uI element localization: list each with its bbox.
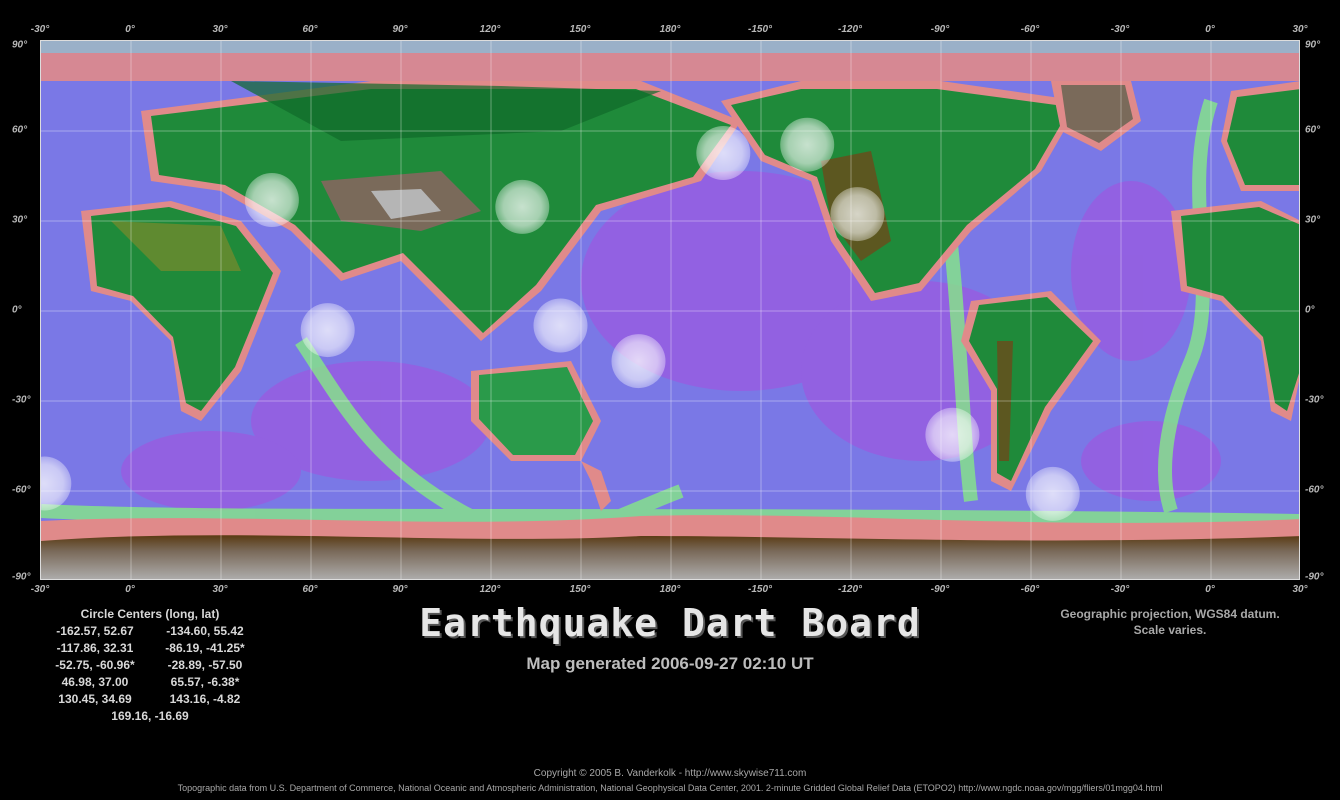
circle-centers-title: Circle Centers (long, lat) [80, 607, 220, 621]
lon-tick-top: 150° [569, 24, 591, 35]
lat-tick-left: 30° [12, 214, 28, 226]
circle-center-value: -117.86, 32.31 [56, 641, 134, 655]
lon-tick-top: -120° [837, 24, 863, 35]
lat-tick-right: 90° [1305, 39, 1321, 51]
lat-tick-left: 0° [12, 304, 22, 316]
earthquake-circle [611, 334, 666, 389]
lon-tick-bottom: 90° [392, 584, 408, 595]
lat-tick-right: -60° [1305, 484, 1324, 496]
projection-note: Geographic projection, WGS84 datum. Scal… [1020, 606, 1320, 638]
circle-center-value: -52.75, -60.96* [55, 658, 135, 672]
circle-center-value: -162.57, 52.67 [56, 624, 134, 638]
lon-tick-bottom: 0° [125, 584, 135, 595]
earthquake-circle [495, 179, 550, 234]
circle-center-row: 46.98, 37.00 65.57, -6.38* [40, 675, 260, 692]
copyright-text: Copyright © 2005 B. Vanderkolk - http://… [533, 768, 807, 779]
lon-tick-bottom: -30° [30, 584, 50, 595]
lon-tick-top: -60° [1020, 24, 1040, 35]
lon-tick-top: -30° [30, 24, 50, 35]
projection-note-line1: Geographic projection, WGS84 datum. [1060, 607, 1280, 621]
earthquake-circle [830, 187, 885, 242]
earthquake-circle [780, 117, 835, 172]
lon-tick-bottom: -150° [747, 584, 773, 595]
lon-tick-bottom: 30° [212, 584, 228, 595]
lat-tick-left: -60° [12, 484, 31, 496]
circle-center-row: -162.57, 52.67 -134.60, 55.42 [40, 624, 260, 641]
lon-tick-bottom: 120° [479, 584, 501, 595]
lon-tick-top: 120° [479, 24, 501, 35]
earthquake-circle [300, 303, 355, 358]
earthquake-circle [696, 126, 751, 180]
circle-center-value: 46.98, 37.00 [61, 675, 129, 689]
lon-tick-top: 30° [212, 24, 228, 35]
earthquake-circle [244, 173, 299, 227]
lat-tick-right: 0° [1305, 304, 1315, 316]
lat-tick-left: 60° [12, 124, 28, 136]
lon-tick-bottom: 150° [569, 584, 591, 595]
circle-center-value: 169.16, -16.69 [111, 709, 189, 723]
lat-tick-right: 30° [1305, 214, 1321, 226]
lon-tick-top: 30° [1292, 24, 1308, 35]
map-title: Earthquake Dart Board [419, 601, 921, 645]
map-canvas [41, 41, 1299, 579]
lon-tick-top: -30° [1110, 24, 1130, 35]
lon-tick-bottom: -30° [1110, 584, 1130, 595]
lon-tick-top: 0° [1205, 24, 1215, 35]
lon-tick-bottom: 30° [1292, 584, 1308, 595]
lon-tick-bottom: 0° [1205, 584, 1215, 595]
lat-tick-left: -90° [12, 571, 31, 583]
map-subtitle: Map generated 2006-09-27 02:10 UT [526, 654, 814, 673]
earthquake-circle [1025, 466, 1080, 521]
lon-tick-top: 0° [125, 24, 135, 35]
circle-centers-list: -162.57, 52.67 -134.60, 55.42 -117.86, 32.… [40, 624, 260, 726]
lon-tick-top: -150° [747, 24, 773, 35]
lon-tick-bottom: -90° [930, 584, 950, 595]
lat-tick-right: -30° [1305, 394, 1324, 406]
lat-tick-left: 90° [12, 39, 28, 51]
earthquake-circle [533, 298, 588, 353]
world-relief-map [40, 40, 1300, 580]
lon-tick-top: 180° [659, 24, 681, 35]
circle-center-row: 130.45, 34.69 143.16, -4.82 [40, 692, 260, 709]
lon-tick-top: 90° [392, 24, 408, 35]
circle-center-value: 65.57, -6.38* [170, 675, 240, 689]
circle-center-value: -134.60, 55.42 [166, 624, 244, 638]
lon-tick-top: -90° [930, 24, 950, 35]
circle-center-value: -86.19, -41.25* [165, 641, 245, 655]
circle-center-row: 169.16, -16.69 [40, 709, 260, 726]
circle-center-row: -52.75, -60.96* -28.89, -57.50 [40, 658, 260, 675]
projection-note-line2: Scale varies. [1133, 623, 1207, 637]
lat-tick-right: -90° [1305, 571, 1324, 583]
data-credits-text: Topographic data from U.S. Department of… [177, 783, 1163, 793]
lon-tick-bottom: -120° [837, 584, 863, 595]
circle-center-value: -28.89, -57.50 [167, 658, 243, 672]
circle-center-row: -117.86, 32.31 -86.19, -41.25* [40, 641, 260, 658]
circle-center-value: 143.16, -4.82 [169, 692, 241, 706]
lat-tick-right: 60° [1305, 124, 1321, 136]
lat-tick-left: -30° [12, 394, 31, 406]
lon-tick-top: 60° [302, 24, 318, 35]
lon-tick-bottom: 180° [659, 584, 681, 595]
lon-tick-bottom: -60° [1020, 584, 1040, 595]
earthquake-circle [925, 407, 980, 462]
lon-tick-bottom: 60° [302, 584, 318, 595]
circle-center-value: 130.45, 34.69 [58, 692, 132, 706]
